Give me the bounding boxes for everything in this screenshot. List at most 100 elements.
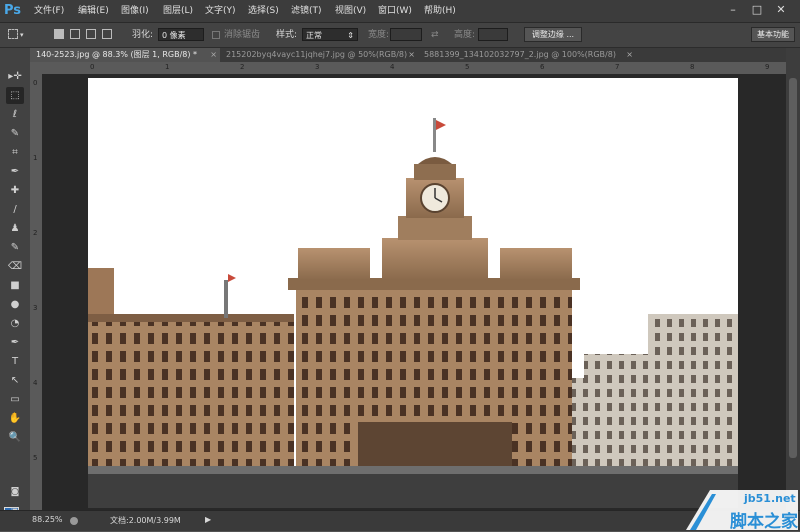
intersect-selection-icon[interactable] [102, 29, 112, 39]
menu-bar: Ps 文件(F) 编辑(E) 图像(I) 图层(L) 文字(Y) 选择(S) 滤… [0, 0, 800, 23]
close-button[interactable]: ✕ [770, 0, 792, 20]
document-tabs: 140-2523.jpg @ 88.3% (图层 1, RGB/8) * × 21… [30, 48, 786, 62]
blur-tool-icon[interactable]: ● [6, 296, 24, 313]
quick-mask-icon[interactable]: ◙ [6, 484, 24, 501]
menu-type[interactable]: 文字(Y) [205, 0, 236, 22]
refine-edge-button[interactable]: 调整边缘 ... [524, 27, 582, 42]
tab-label: 140-2523.jpg @ 88.3% (图层 1, RGB/8) * [36, 50, 198, 59]
menu-view[interactable]: 视图(V) [335, 0, 366, 22]
ruler-label: 4 [390, 63, 395, 71]
new-selection-icon[interactable] [54, 29, 64, 39]
zoom-tool-icon[interactable]: 🔍 [6, 429, 24, 446]
height-label: 高度: [454, 30, 476, 40]
ruler-label: 3 [33, 304, 38, 312]
menu-window[interactable]: 窗口(W) [378, 0, 412, 22]
pen-tool-icon[interactable]: ✒ [6, 334, 24, 351]
maximize-button[interactable]: □ [746, 0, 768, 20]
width-label: 宽度: [368, 30, 390, 40]
ruler-label: 5 [33, 454, 38, 462]
marquee-preset-icon[interactable] [8, 29, 18, 39]
ruler-label: 9 [765, 63, 770, 71]
move-tool-icon[interactable]: ▸✛ [6, 68, 24, 85]
right-building-tall [648, 314, 738, 468]
ruler-label: 6 [540, 63, 545, 71]
document-canvas[interactable] [88, 78, 738, 508]
workspace-button[interactable]: 基本功能 [751, 27, 795, 42]
menu-layer[interactable]: 图层(L) [163, 0, 193, 22]
rectangle-tool-icon[interactable]: ▭ [6, 391, 24, 408]
share-icon[interactable] [70, 517, 78, 525]
canvas-area[interactable] [42, 74, 786, 510]
close-icon[interactable]: × [210, 48, 217, 62]
tools-panel: ▸✛ ⬚ ℓ ✎ ⌗ ✒ ✚ / ♟ ✎ ⌫ ■ ● ◔ ✒ T ↖ ▭ ✋ 🔍… [0, 48, 31, 530]
right-building-mid [584, 354, 654, 468]
close-icon[interactable]: × [408, 48, 415, 62]
ruler-label: 2 [33, 229, 38, 237]
brush-tool-icon[interactable]: / [6, 201, 24, 218]
subtract-selection-icon[interactable] [86, 29, 96, 39]
watermark-site: jb51.net [744, 492, 796, 505]
ruler-label: 1 [165, 63, 170, 71]
gradient-tool-icon[interactable]: ■ [6, 277, 24, 294]
feather-label: 羽化: [132, 30, 154, 40]
style-label: 样式: [276, 30, 298, 40]
chevron-down-icon: ⇕ [347, 31, 354, 40]
left-building [88, 318, 294, 468]
road [88, 474, 738, 508]
history-brush-tool-icon[interactable]: ✎ [6, 239, 24, 256]
style-value: 正常 [306, 31, 322, 40]
clone-stamp-tool-icon[interactable]: ♟ [6, 220, 24, 237]
ruler-label: 0 [90, 63, 95, 71]
menu-image[interactable]: 图像(I) [121, 0, 149, 22]
eyedropper-tool-icon[interactable]: ✒ [6, 163, 24, 180]
add-selection-icon[interactable] [70, 29, 80, 39]
swap-icon[interactable]: ⇄ [431, 23, 439, 47]
status-bar: 88.25% 文档:2.00M/3.99M ▶ [0, 510, 800, 531]
eraser-tool-icon[interactable]: ⌫ [6, 258, 24, 275]
menu-filter[interactable]: 滤镜(T) [291, 0, 322, 22]
tab-label: 215202byq4vayc11jqhej7.jpg @ 50%(RGB/8) [226, 50, 408, 59]
tab-document-1[interactable]: 140-2523.jpg @ 88.3% (图层 1, RGB/8) * × [30, 48, 220, 62]
lasso-tool-icon[interactable]: ℓ [6, 106, 24, 123]
hand-tool-icon[interactable]: ✋ [6, 410, 24, 427]
style-select[interactable]: 正常 ⇕ [302, 28, 358, 41]
marquee-tool-icon[interactable]: ⬚ [6, 87, 24, 104]
antialias-label: 消除锯齿 [224, 30, 261, 40]
ruler-label: 7 [615, 63, 620, 71]
width-input[interactable] [390, 28, 422, 41]
menu-edit[interactable]: 编辑(E) [78, 0, 109, 22]
menu-help[interactable]: 帮助(H) [424, 0, 456, 22]
tab-document-3[interactable]: 5881399_134102032797_2.jpg @ 100%(RGB/8)… [418, 48, 636, 62]
ruler-label: 4 [33, 379, 38, 387]
ruler-label: 3 [315, 63, 320, 71]
height-input[interactable] [478, 28, 508, 41]
ruler-label: 2 [240, 63, 245, 71]
close-icon[interactable]: × [626, 48, 633, 62]
path-select-tool-icon[interactable]: ↖ [6, 372, 24, 389]
crop-tool-icon[interactable]: ⌗ [6, 144, 24, 161]
dodge-tool-icon[interactable]: ◔ [6, 315, 24, 332]
ruler-label: 8 [690, 63, 695, 71]
zoom-level[interactable]: 88.25% [32, 515, 63, 524]
watermark: jb51.net 脚本之家 [686, 490, 798, 532]
healing-brush-tool-icon[interactable]: ✚ [6, 182, 24, 199]
quick-select-tool-icon[interactable]: ✎ [6, 125, 24, 142]
minimize-button[interactable]: – [722, 0, 744, 20]
watermark-name: 脚本之家 [730, 512, 798, 532]
preset-dropdown-icon[interactable]: ▾ [20, 23, 24, 47]
status-menu-arrow-icon[interactable]: ▶ [205, 515, 211, 524]
scrollbar-thumb[interactable] [789, 78, 797, 458]
photoshop-logo: Ps [4, 3, 22, 18]
document-size-info[interactable]: 文档:2.00M/3.99M [110, 515, 181, 526]
menu-select[interactable]: 选择(S) [248, 0, 279, 22]
vertical-scrollbar[interactable] [786, 48, 800, 510]
antialias-checkbox[interactable] [212, 31, 220, 39]
tab-label: 5881399_134102032797_2.jpg @ 100%(RGB/8) [424, 50, 616, 59]
menu-file[interactable]: 文件(F) [34, 0, 64, 22]
ruler-label: 5 [465, 63, 470, 71]
feather-input[interactable]: 0 像素 [158, 28, 204, 41]
tab-document-2[interactable]: 215202byq4vayc11jqhej7.jpg @ 50%(RGB/8) × [220, 48, 418, 62]
ruler-origin[interactable] [30, 62, 42, 74]
options-bar: ▾ 羽化: 0 像素 消除锯齿 样式: 正常 ⇕ 宽度: ⇄ 高度: 调整边缘 .… [0, 23, 800, 48]
type-tool-icon[interactable]: T [6, 353, 24, 370]
